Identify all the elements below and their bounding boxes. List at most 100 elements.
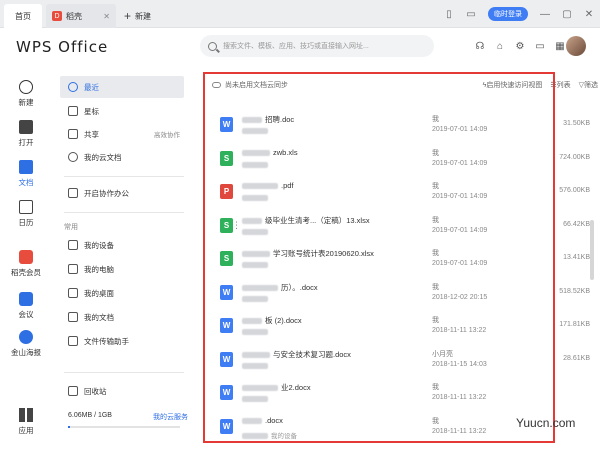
sidebar-item-transfer[interactable]: 文件传输助手 bbox=[60, 330, 184, 352]
meeting-icon bbox=[19, 292, 33, 306]
rail-item-docs[interactable]: 文档 bbox=[0, 160, 52, 188]
cloud-service-link[interactable]: 我的云服务 bbox=[153, 412, 188, 422]
docer-icon bbox=[19, 250, 33, 264]
file-owner: 我 bbox=[432, 149, 439, 157]
minimize-icon[interactable]: — bbox=[534, 0, 556, 28]
file-date: 2018-11-11 13:22 bbox=[432, 394, 487, 401]
header-icons: ☊ ⌂ ⚙ ▭ ▦ bbox=[470, 38, 570, 54]
sidebar-item-label: 我的电脑 bbox=[84, 264, 114, 274]
transfer-icon bbox=[68, 336, 78, 346]
table-row[interactable]: W 业2.docx 我 2018-11-11 13:22 bbox=[210, 376, 600, 409]
close-tab-icon[interactable]: ✕ bbox=[103, 12, 110, 21]
redacted-text bbox=[242, 183, 278, 190]
file-date: 2019-07-01 14:09 bbox=[432, 260, 488, 267]
sidebar-item-label: 我的设备 bbox=[84, 240, 114, 250]
sidebar-item-cloud[interactable]: 我的云文档 bbox=[60, 146, 184, 168]
file-name-text: 板 (2).docx bbox=[265, 316, 302, 325]
tab-home[interactable]: 首页 bbox=[4, 4, 42, 28]
desktop-icon bbox=[68, 288, 78, 298]
file-type-icon: W bbox=[220, 418, 233, 434]
avatar[interactable] bbox=[566, 36, 586, 56]
file-name: .docx bbox=[242, 416, 283, 425]
rail-label: 新建 bbox=[18, 98, 34, 107]
file-name-text: .docx bbox=[265, 415, 283, 425]
gear-icon[interactable]: ⚙ bbox=[510, 38, 530, 54]
file-date: 2019-07-01 14:09 bbox=[432, 126, 488, 133]
redacted-text bbox=[242, 396, 268, 403]
table-row[interactable]: W 与安全技术复习题.docx 小月亮 2018-11-15 14:03 28.61KB bbox=[210, 343, 600, 376]
file-location bbox=[242, 362, 271, 370]
tab-new[interactable]: + 新建 bbox=[124, 4, 174, 28]
table-row[interactable]: W 板 (2).docx 我 2018-11-11 13:22 171.81KB bbox=[210, 309, 600, 342]
file-owner: 我 bbox=[432, 417, 439, 425]
rail-item-calendar[interactable]: 日历 bbox=[0, 200, 52, 228]
file-name: .pdf bbox=[242, 181, 294, 190]
layout-icon[interactable]: ▭ bbox=[460, 0, 482, 28]
search-input[interactable]: 搜索文件、模板、应用、技巧或直接输入网址... bbox=[200, 35, 434, 57]
close-icon[interactable]: ✕ bbox=[578, 0, 600, 28]
list-label: 列表 bbox=[556, 82, 571, 89]
shirt-icon[interactable]: ⌂ bbox=[490, 38, 510, 54]
sidebar-item-recent[interactable]: 最近 bbox=[60, 76, 184, 98]
sidebar-item-collab[interactable]: 开启协作办公 bbox=[60, 182, 184, 204]
table-row[interactable]: S 学习账号统计表20190620.xlsx 我 2019-07-01 14:09 13… bbox=[210, 242, 600, 275]
sync-status[interactable]: 尚未启用文档云同步 bbox=[212, 80, 288, 90]
rail-item-meeting[interactable]: 会议 bbox=[0, 292, 52, 320]
sidebar-item-device[interactable]: 我的设备 bbox=[60, 234, 184, 256]
message-icon[interactable]: ▭ bbox=[530, 38, 550, 54]
file-name: zwb.xls bbox=[242, 148, 298, 157]
list-view-button[interactable]: ☰ 列表 bbox=[550, 80, 570, 90]
filter-button[interactable]: ▽ 筛选 bbox=[579, 80, 598, 90]
list-toolbar: 尚未启用文档云同步 ϟ 启用快速访问视图 ☰ 列表 ▽ 筛选 bbox=[212, 80, 598, 94]
rail-item-docer[interactable]: 稻壳会员 bbox=[0, 250, 52, 278]
trash-icon bbox=[68, 386, 78, 396]
file-date: 2018-12-02 20:15 bbox=[432, 293, 488, 301]
headset-icon[interactable]: ☊ bbox=[470, 38, 490, 54]
sidebar-item-shared[interactable]: 共享 高效协作 bbox=[60, 123, 184, 145]
table-row[interactable]: W 历）。.docx 我 2018-12-02 20:15 518.52KB bbox=[210, 276, 600, 309]
sidebar-item-label: 我的云文档 bbox=[84, 152, 122, 162]
divider bbox=[64, 212, 184, 213]
sidebar-item-label: 共享 bbox=[84, 129, 99, 139]
file-name-text: 与安全技术复习题.docx bbox=[273, 349, 351, 359]
search-icon bbox=[208, 41, 217, 51]
collab-icon bbox=[68, 188, 78, 198]
login-button[interactable]: 临时登录 bbox=[488, 7, 528, 21]
table-row[interactable]: P .pdf 我 2019-07-01 14:09 576.00KB bbox=[210, 175, 600, 208]
sidebar-item-documents[interactable]: 我的文档 bbox=[60, 306, 184, 328]
file-name-text: 级毕业生清考...（定稿）13.xlsx bbox=[265, 215, 370, 225]
tab-docer[interactable]: D 稻壳 ✕ bbox=[46, 4, 116, 28]
sidebar-item-desktop[interactable]: 我的桌面 bbox=[60, 282, 184, 304]
rail-item-poster[interactable]: 金山海报 bbox=[0, 330, 52, 358]
phone-icon[interactable]: ▯ bbox=[438, 0, 460, 28]
sidebar-item-label: 回收站 bbox=[84, 386, 107, 396]
sidebar-item-starred[interactable]: 星标 bbox=[60, 100, 184, 122]
rail-item-apps[interactable]: 应用 bbox=[0, 408, 52, 436]
folder-icon bbox=[19, 120, 33, 134]
rail-label: 金山海报 bbox=[11, 348, 41, 357]
file-type-icon: W bbox=[220, 351, 233, 367]
file-type-icon: W bbox=[220, 117, 233, 132]
table-row[interactable]: Szwb.xls 我 2019-07-01 14:09 724.00KB bbox=[210, 142, 600, 175]
tab-new-label: 新建 bbox=[135, 11, 152, 21]
quick-view-button[interactable]: ϟ 启用快速访问视图 bbox=[483, 80, 543, 90]
file-type-icon: P bbox=[220, 184, 233, 199]
rail-item-open[interactable]: 打开 bbox=[0, 120, 52, 148]
sidebar-item-recycle[interactable]: 回收站 bbox=[60, 380, 184, 402]
file-owner: 小月亮 bbox=[432, 350, 453, 358]
file-name: 学习账号统计表20190620.xlsx bbox=[242, 248, 374, 259]
maximize-icon[interactable]: ▢ bbox=[556, 0, 578, 28]
scrollbar[interactable] bbox=[590, 220, 594, 280]
table-row[interactable]: W 招聘.doc 我 2019-07-01 14:09 31.50KB bbox=[210, 108, 600, 141]
file-size: 31.50KB bbox=[563, 120, 590, 127]
file-size: 724.00KB bbox=[559, 153, 590, 161]
redacted-text bbox=[242, 161, 268, 168]
file-date: 2019-07-01 14:09 bbox=[432, 226, 488, 234]
rail-label: 应用 bbox=[18, 426, 34, 435]
sidebar-item-label: 我的文档 bbox=[84, 312, 114, 322]
sidebar-item-computer[interactable]: 我的电脑 bbox=[60, 258, 184, 280]
table-row[interactable]: S 级毕业生清考...（定稿）13.xlsx 我 2019-07-01 14:09 66… bbox=[210, 209, 600, 242]
rail-item-new[interactable]: 新建 bbox=[0, 80, 52, 108]
file-name: 招聘.doc bbox=[242, 114, 294, 125]
storage-bar-fill bbox=[68, 426, 71, 428]
